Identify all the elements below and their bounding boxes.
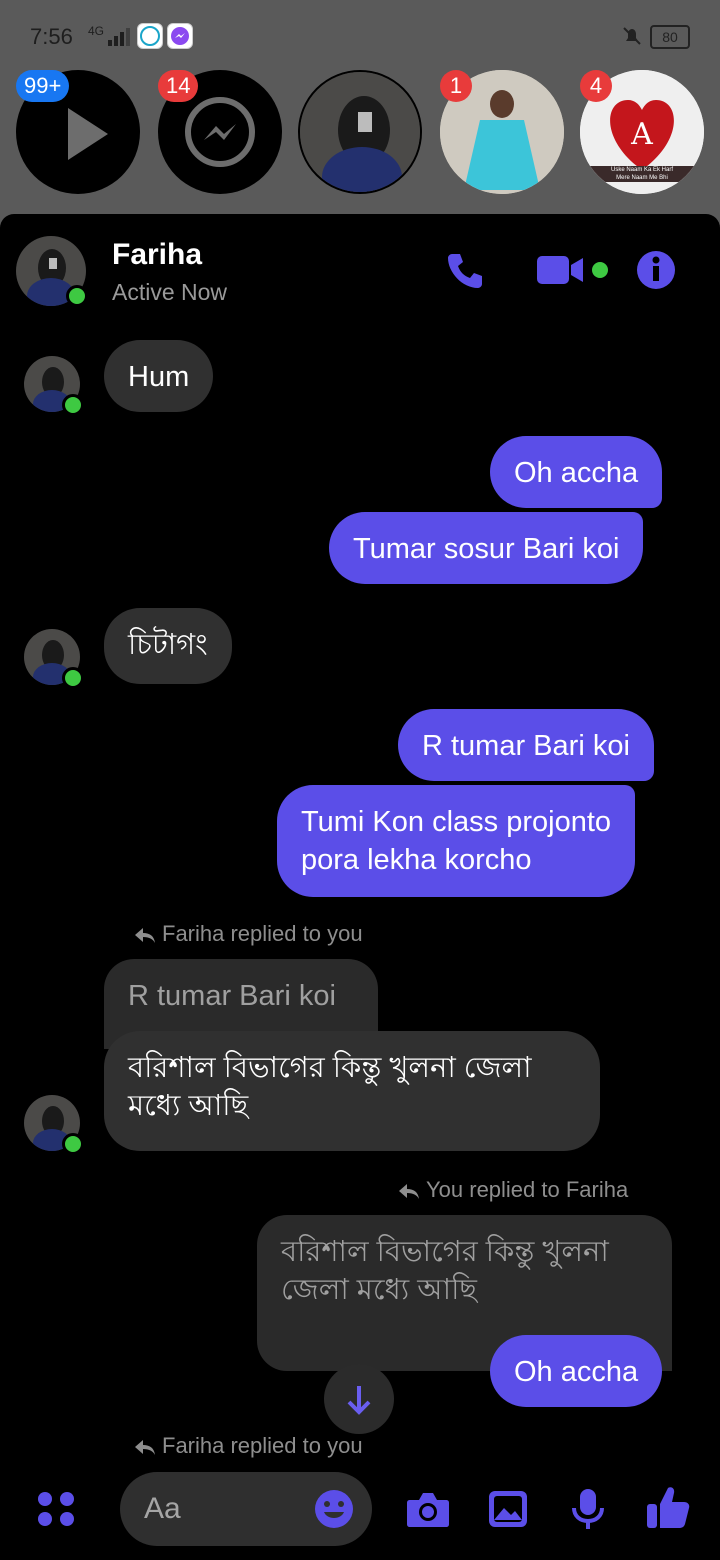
arrow-down-icon xyxy=(347,1386,371,1415)
online-indicator xyxy=(66,285,88,307)
reply-icon xyxy=(135,928,155,944)
chat-head-badge: 4 xyxy=(580,70,612,102)
conversation-info-button[interactable] xyxy=(636,250,676,295)
messenger-notification-icon xyxy=(167,23,193,49)
video-call-button[interactable] xyxy=(536,252,612,293)
voice-call-button[interactable] xyxy=(444,250,484,295)
thumbs-up-icon xyxy=(647,1487,690,1528)
message-bubble-outgoing[interactable]: Tumar sosur Bari koi xyxy=(329,512,644,584)
contact-name[interactable]: Fariha xyxy=(112,238,202,272)
reply-note-text: Fariha replied to you xyxy=(162,1433,363,1458)
active-status: Active Now xyxy=(112,279,228,305)
voice-message-button[interactable] xyxy=(570,1488,606,1535)
network-type: 4G xyxy=(88,24,105,38)
reply-note-text: Fariha replied to you xyxy=(162,921,363,946)
grid-menu-icon xyxy=(38,1492,74,1526)
video-camera-icon xyxy=(537,256,608,284)
reply-icon xyxy=(399,1184,419,1200)
message-bubble-incoming[interactable]: Hum xyxy=(104,340,214,412)
status-bar: 7:56 4G 80 xyxy=(0,0,720,64)
message-bubble-incoming[interactable]: চিটাগং xyxy=(104,608,232,684)
chat-head-badge: 99+ xyxy=(16,70,70,102)
more-actions-button[interactable] xyxy=(36,1488,76,1533)
chat-head-fariha[interactable] xyxy=(298,70,422,194)
scroll-to-bottom-button[interactable] xyxy=(324,1364,394,1434)
info-icon xyxy=(637,251,675,289)
camera-icon xyxy=(407,1493,449,1527)
reply-note: Fariha replied to you xyxy=(134,1433,363,1459)
camera-button[interactable] xyxy=(406,1490,450,1533)
message-bubble-outgoing[interactable]: Oh accha xyxy=(490,1335,663,1407)
reply-icon xyxy=(135,1440,155,1456)
online-indicator xyxy=(62,394,84,416)
online-indicator xyxy=(62,667,84,689)
status-time: 7:56 xyxy=(30,24,73,49)
reply-note: Fariha replied to you xyxy=(134,921,363,947)
message-line: Tumi Kon class projonto xyxy=(301,806,612,838)
message-bubble-outgoing[interactable]: Tumi Kon class projonto pora lekha korch… xyxy=(277,785,636,897)
battery-icon: 80 xyxy=(650,25,690,49)
svg-text:A: A xyxy=(630,117,653,152)
mute-icon xyxy=(620,24,644,48)
emoji-icon[interactable] xyxy=(314,1489,354,1529)
imo-notification-icon xyxy=(137,23,163,49)
like-button[interactable] xyxy=(646,1484,690,1535)
message-line: pora lekha korcho xyxy=(301,844,532,876)
message-input[interactable]: Aa xyxy=(120,1472,372,1546)
message-line: মধ্যে আছি xyxy=(128,1090,249,1122)
message-bubble-incoming[interactable]: বরিশাল বিভাগের কিন্তু খুলনা জেলা মধ্যে আ… xyxy=(104,1031,600,1151)
quoted-line: বরিশাল বিভাগের কিন্তু খুলনা xyxy=(281,1236,609,1268)
image-caption: Uske Naam Ka Ek Harf Mere Naam Me Bhi xyxy=(580,166,704,182)
quoted-line: জেলা মধ্যে আছি xyxy=(281,1274,477,1306)
chat-heads-bar: 99+ 14 1 A Uske Naam Ka Ek Harf Mere Naa… xyxy=(0,70,720,200)
signal-icon xyxy=(108,28,130,46)
message-bubble-outgoing[interactable]: R tumar Bari koi xyxy=(398,709,654,781)
message-input-placeholder: Aa xyxy=(144,1492,181,1525)
gallery-button[interactable] xyxy=(488,1490,528,1533)
image-icon xyxy=(489,1491,527,1527)
message-line: বরিশাল বিভাগের কিন্তু খুলনা জেলা xyxy=(128,1052,532,1084)
reply-note-text: You replied to Fariha xyxy=(426,1177,629,1202)
caption-line: Uske Naam Ka Ek Harf xyxy=(610,167,674,173)
chat-head-badge: 14 xyxy=(158,70,199,102)
reply-note: You replied to Fariha xyxy=(398,1177,628,1203)
online-indicator xyxy=(62,1133,84,1155)
message-bubble-outgoing[interactable]: Oh accha xyxy=(490,436,663,508)
chat-head-badge: 1 xyxy=(440,70,472,102)
microphone-icon xyxy=(572,1489,604,1529)
profile-photo xyxy=(300,72,420,192)
phone-icon xyxy=(448,254,482,288)
caption-line: Mere Naam Me Bhi xyxy=(616,175,668,181)
